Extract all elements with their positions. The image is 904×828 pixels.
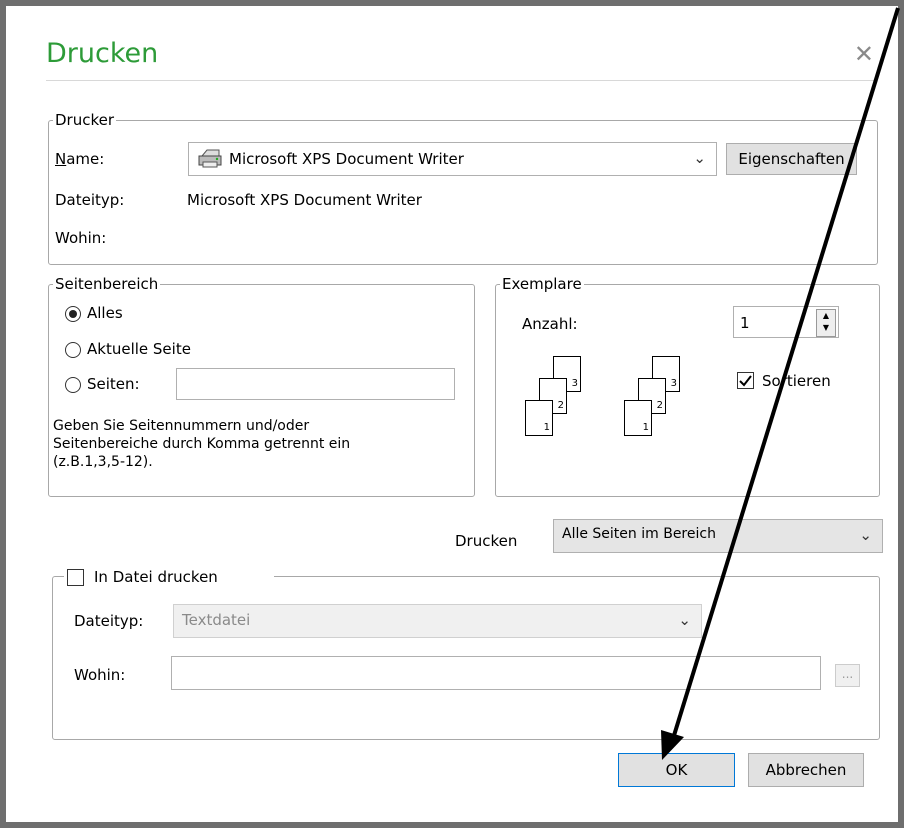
annotation-arrow-icon (661, 7, 900, 760)
